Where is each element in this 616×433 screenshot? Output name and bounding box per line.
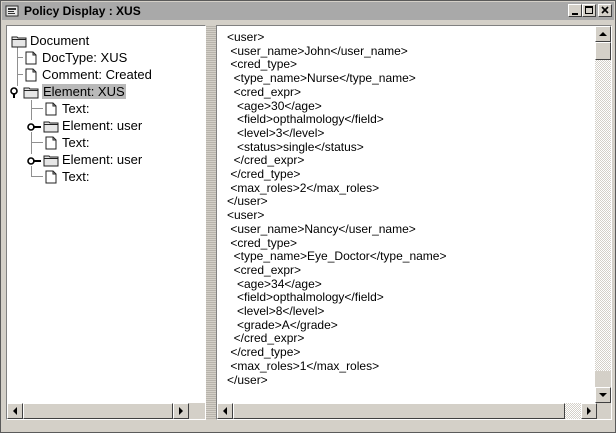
arrow-up-icon [599,32,607,36]
tree-connector-line [31,142,43,143]
tree-node-label: Element: user [62,118,143,133]
xml-line: <max_roles>1</max_roles> [227,358,380,373]
expand-handle-icon[interactable] [27,154,43,166]
xml-line: <grade>A</grade> [227,317,338,332]
tree-node[interactable]: Text: [43,168,89,185]
expand-handle-icon[interactable] [27,120,43,132]
xml-line: </cred_type> [227,345,301,360]
minimize-icon [572,13,578,15]
tree-node-label: Document [30,33,90,48]
arrow-right-icon [179,407,183,415]
xml-line: <status>single</status> [227,139,364,154]
tree-connector-line [31,176,43,177]
maximize-button[interactable] [582,4,596,17]
xml-line: </cred_type> [227,167,301,181]
xml-vscroll-track[interactable] [595,60,611,371]
title-bar[interactable]: Policy Display : XUS [2,2,614,20]
arrow-left-icon [13,407,17,415]
xml-line: <user> [227,30,265,44]
xml-line: <max_roles>2</max_roles> [227,180,380,195]
folder-icon [11,34,27,48]
tree-node[interactable]: Element: user [43,117,142,134]
folder-icon [43,119,59,133]
app-icon [5,5,19,17]
xml-vscroll-thumb[interactable] [595,42,611,60]
xml-line: <field>opthalmology</field> [227,290,384,305]
tree-node-label: Element: XUS [42,84,126,99]
window-title: Policy Display : XUS [24,4,141,18]
xml-line: <user_name>Nancy</user_name> [227,221,416,236]
xml-line: <user> [227,208,265,223]
xml-line: <level>8</level> [227,304,325,318]
xml-line: <cred_type> [227,57,298,72]
xml-scroll-down-button[interactable] [595,387,611,403]
xml-line: <cred_expr> [227,262,302,277]
xml-scroll-up-button[interactable] [595,26,611,42]
file-icon [23,68,39,82]
minimize-button[interactable] [568,4,582,17]
xml-hscroll-track[interactable] [565,403,581,419]
tree-node[interactable]: Text: [43,100,89,117]
xml-line: <field>opthalmology</field> [227,112,384,127]
file-icon [43,170,59,184]
tree-node-label: DocType: XUS [42,50,128,65]
maximize-icon [585,6,593,14]
tree-node[interactable]: Text: [43,134,89,151]
tree-node-label: Text: [62,101,90,116]
xml-scroll-right-button[interactable] [581,403,597,419]
split-pane-divider[interactable] [206,25,216,420]
tree-scroll-right-button[interactable] [173,403,189,419]
xml-line: <cred_expr> [227,84,302,99]
tree-node-label: Element: user [62,152,143,167]
arrow-down-icon [599,393,607,397]
tree-connector-line [31,108,43,109]
policy-display-window: Policy Display : XUS Document DocType: XU… [0,0,616,433]
xml-line: <cred_type> [227,235,298,250]
tree-node[interactable]: DocType: XUS [23,49,127,66]
tree-node-label: Text: [62,169,90,184]
file-icon [43,136,59,150]
xml-line: </cred_expr> [227,331,305,346]
xml-horizontal-scrollbar[interactable] [217,403,611,419]
xml-line: <level>3</level> [227,125,325,140]
xml-line: <user_name>John</user_name> [227,43,408,58]
xml-line: <age>30</age> [227,98,322,113]
close-icon [601,6,609,14]
close-button[interactable] [598,4,612,17]
arrow-left-icon [223,407,227,415]
tree-node-label: Comment: Created [42,67,152,82]
folder-icon [43,153,59,167]
tree-scroll-left-button[interactable] [7,403,23,419]
xml-line: </user> [227,194,268,209]
tree-node-label: Text: [62,135,90,150]
folder-icon [23,85,39,99]
xml-line: </user> [227,372,268,387]
file-icon [43,102,59,116]
tree-horizontal-scrollbar[interactable] [7,403,205,419]
xml-line: <age>34</age> [227,276,322,291]
xml-vertical-scrollbar[interactable] [595,26,611,403]
xml-line: <type_name>Nurse</type_name> [227,71,416,86]
tree-node[interactable]: Element: XUS [23,83,126,100]
xml-line: </cred_expr> [227,153,305,168]
file-icon [23,51,39,65]
xml-line: <type_name>Eye_Doctor</type_name> [227,249,447,264]
tree-node[interactable]: Document [11,32,89,49]
xml-hscroll-thumb[interactable] [233,403,565,419]
tree-node[interactable]: Element: user [43,151,142,168]
arrow-right-icon [587,407,591,415]
tree-pane[interactable]: Document DocType: XUS Comment: Created Elem… [6,25,206,420]
xml-pane[interactable]: <user> <user_name>John</user_name> <cred… [216,25,612,420]
xml-scroll-left-button[interactable] [217,403,233,419]
tree-node[interactable]: Comment: Created [23,66,152,83]
tree-scroll-thumb[interactable] [23,403,173,419]
